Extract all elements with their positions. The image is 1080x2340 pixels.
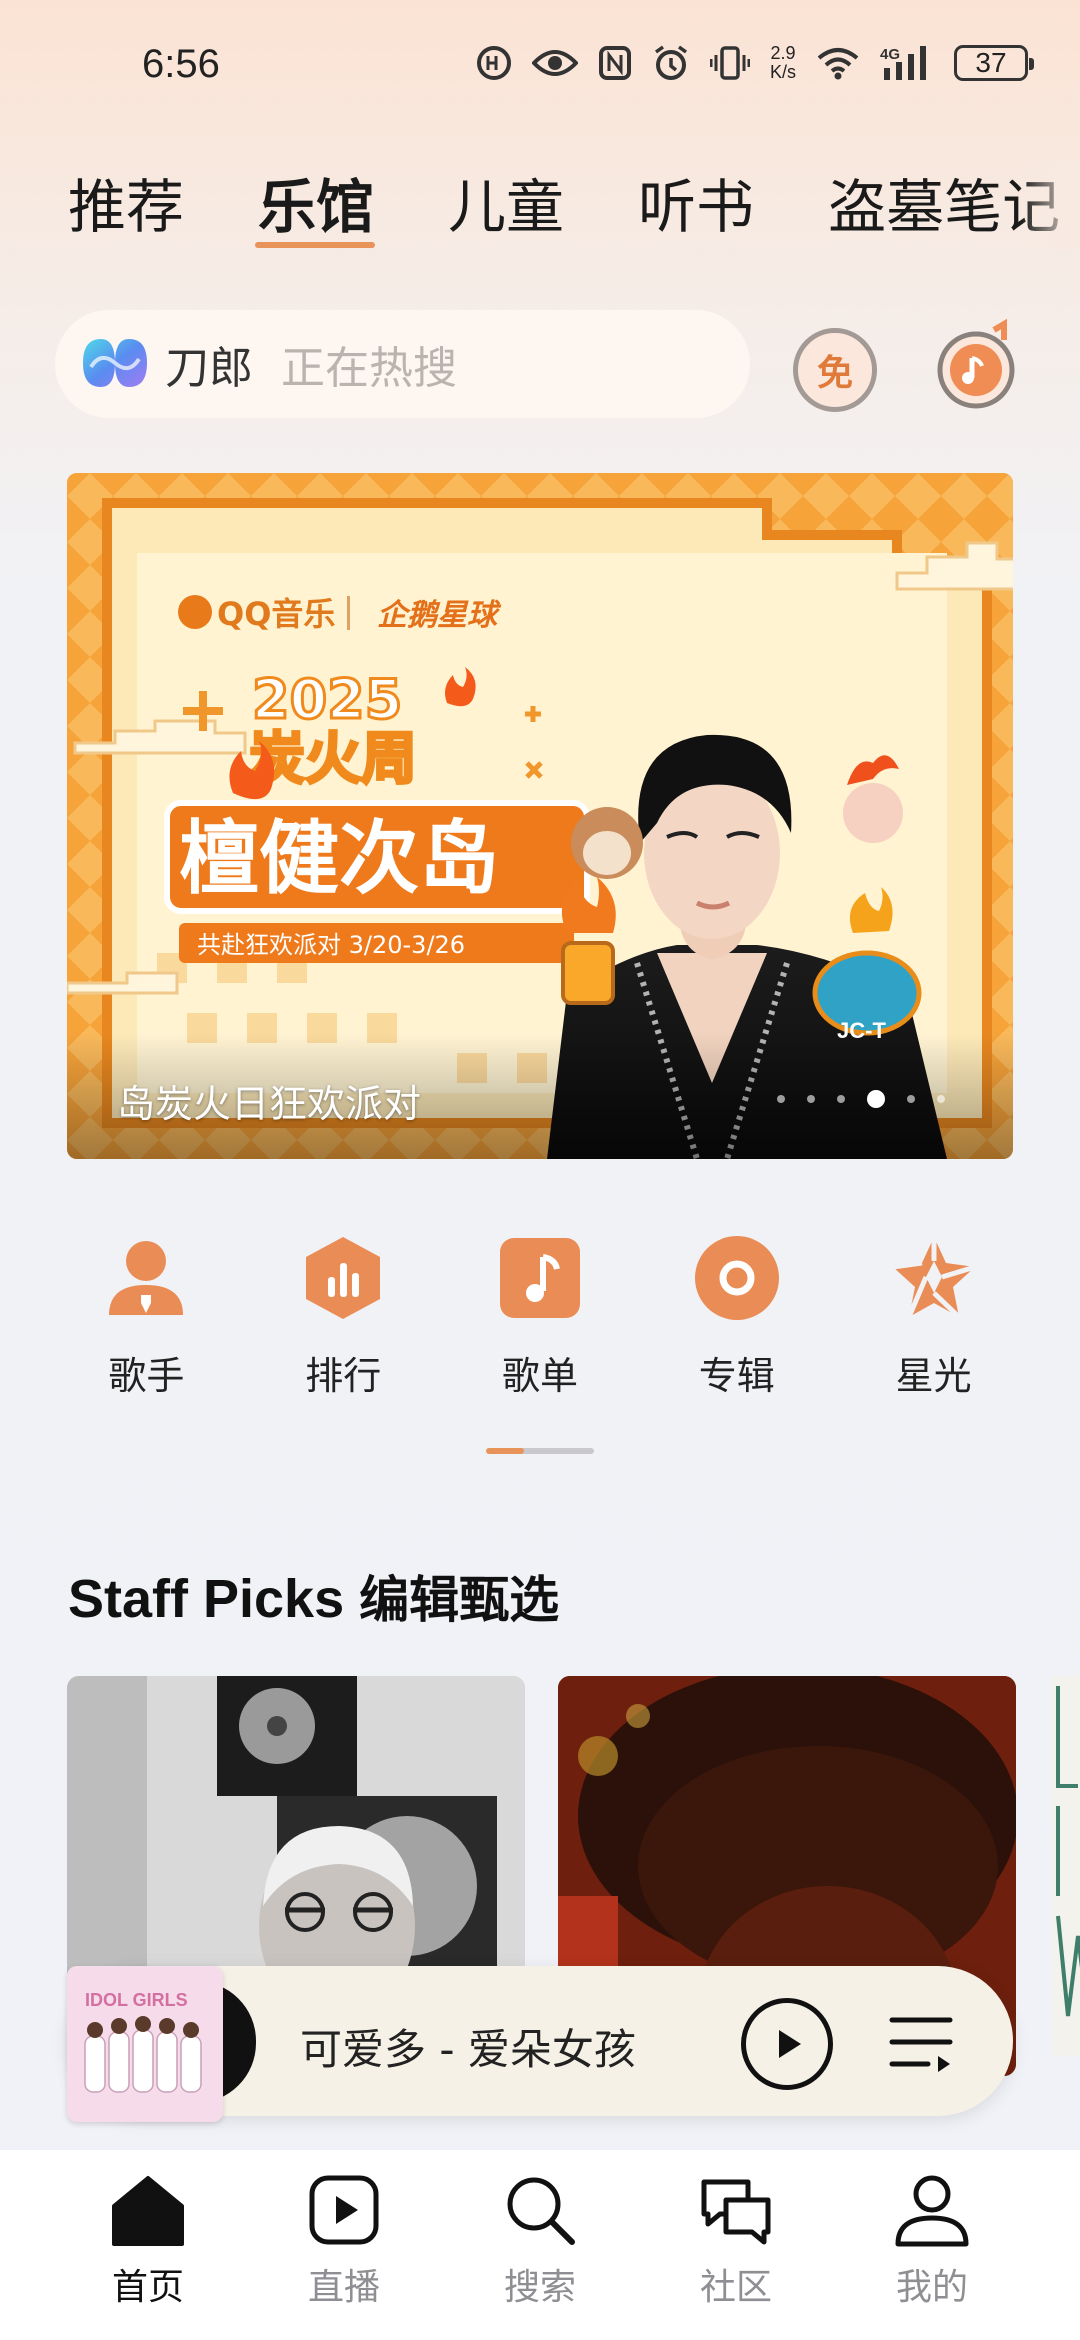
search-hint: 正在热搜 bbox=[281, 343, 457, 394]
tab-recommend[interactable]: 推荐 bbox=[68, 160, 184, 260]
net-speed: 2.9 K/s bbox=[769, 43, 796, 82]
nav-community[interactable]: 社区 bbox=[656, 2160, 816, 2340]
banner-pagination bbox=[777, 1090, 945, 1108]
starlight-icon bbox=[892, 1237, 976, 1319]
search-logo-icon bbox=[83, 339, 147, 387]
staff-picks-title: Staff Picks 编辑甄选 bbox=[68, 1569, 560, 1629]
category-playlist[interactable]: 歌单 bbox=[442, 1233, 639, 1403]
banner-event: 炭火周 bbox=[249, 727, 417, 792]
alarm-icon bbox=[654, 45, 688, 80]
banner-brand-right: 企鹅星球 bbox=[377, 598, 502, 633]
nav-profile[interactable]: 我的 bbox=[852, 2160, 1012, 2340]
now-playing-title[interactable]: 可爱多 - 爱朵女孩 bbox=[300, 2016, 636, 2077]
live-icon bbox=[309, 2175, 379, 2245]
banner-dot bbox=[807, 1095, 815, 1103]
category-row: 歌手 排行 歌单 专辑 星光 bbox=[48, 1233, 1032, 1403]
status-time: 6:56 bbox=[142, 42, 220, 86]
nfc-icon bbox=[598, 46, 631, 80]
cover-text: IDOL GIRLS bbox=[85, 1990, 188, 2010]
tab-audiobooks[interactable]: 听书 bbox=[638, 160, 754, 260]
singer-icon bbox=[109, 1241, 184, 1315]
profile-icon bbox=[895, 2175, 969, 2247]
wifi-icon bbox=[817, 48, 859, 80]
nav-search[interactable]: 搜索 bbox=[460, 2160, 620, 2340]
album-icon bbox=[694, 1236, 779, 1320]
banner-dates: 共赴狂欢派对 3/20-3/26 bbox=[197, 931, 465, 959]
bottom-nav: 首页 直播 搜索 社区 我的 bbox=[0, 2150, 1080, 2340]
banner-dot-active bbox=[867, 1090, 885, 1108]
now-playing-cover[interactable]: IDOL GIRLS bbox=[67, 1966, 223, 2122]
music-recognize-icon[interactable] bbox=[934, 316, 1018, 412]
banner-dot bbox=[777, 1095, 785, 1103]
status-bar: 6:56 2.9 K/s 4G 37 bbox=[0, 0, 1080, 140]
category-ranking[interactable]: 排行 bbox=[245, 1233, 442, 1403]
staff-pick-card-partial[interactable] bbox=[1052, 1676, 1080, 2056]
eye-icon bbox=[531, 50, 578, 76]
tab-kids[interactable]: 儿童 bbox=[448, 160, 564, 260]
banner-year: 2025 bbox=[252, 668, 402, 731]
nav-live[interactable]: 直播 bbox=[264, 2160, 424, 2340]
banner-dot bbox=[837, 1095, 845, 1103]
promo-banner[interactable]: QQ音乐 企鹅星球 2025 炭火周 檀健次岛 共赴狂欢派对 3/20-3/26 bbox=[67, 473, 1013, 1159]
vibrate-icon bbox=[709, 46, 750, 80]
play-button[interactable] bbox=[741, 1998, 833, 2090]
banner-dot bbox=[907, 1095, 915, 1103]
search-bar[interactable]: 刀郎 正在热搜 bbox=[55, 310, 750, 418]
search-keyword: 刀郎 bbox=[165, 343, 253, 394]
community-icon bbox=[701, 2179, 771, 2245]
battery-icon: 37 bbox=[954, 45, 1034, 81]
hd-icon bbox=[476, 46, 511, 80]
active-tab-indicator bbox=[255, 242, 375, 248]
play-icon bbox=[779, 2030, 801, 2058]
home-icon bbox=[112, 2176, 184, 2246]
top-tabs: 推荐 乐馆 儿童 听书 盗墓笔记 bbox=[68, 160, 1080, 260]
ranking-icon bbox=[306, 1237, 381, 1319]
banner-brand-left: QQ音乐 bbox=[217, 595, 335, 633]
free-mode-button[interactable]: 免 bbox=[793, 328, 877, 412]
playlist-icon bbox=[499, 1238, 580, 1318]
category-scroll-indicator bbox=[486, 1448, 594, 1454]
playlist-queue-icon[interactable] bbox=[888, 2012, 954, 2076]
banner-caption: 岛炭火日狂欢派对 bbox=[117, 1082, 422, 1126]
category-starlight[interactable]: 星光 bbox=[835, 1233, 1032, 1403]
status-icons: 2.9 K/s 4G 37 bbox=[476, 43, 1034, 82]
banner-headline: 檀健次岛 bbox=[179, 812, 499, 905]
tabs-fade bbox=[1020, 160, 1080, 250]
banner-dot bbox=[937, 1095, 945, 1103]
category-singer[interactable]: 歌手 bbox=[48, 1233, 245, 1403]
signal-4g-icon: 4G bbox=[880, 46, 926, 80]
category-album[interactable]: 专辑 bbox=[638, 1233, 835, 1403]
nav-home[interactable]: 首页 bbox=[68, 2160, 228, 2340]
svg-text:4G: 4G bbox=[880, 46, 900, 63]
search-icon bbox=[507, 2177, 575, 2245]
